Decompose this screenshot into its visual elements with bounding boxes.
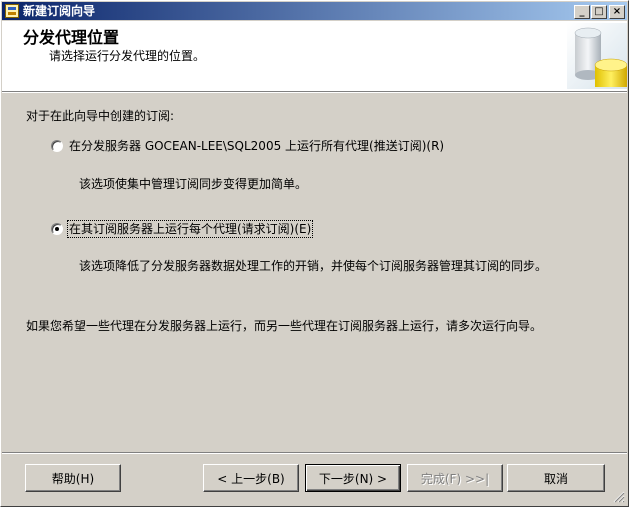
window-title: 新建订阅向导 bbox=[23, 4, 96, 18]
wizard-header: 分发代理位置 请选择运行分发代理的位置。 bbox=[2, 21, 627, 92]
radio-push[interactable] bbox=[51, 140, 63, 152]
database-cylinders-icon bbox=[567, 23, 627, 89]
option-pull-label[interactable]: 在其订阅服务器上运行每个代理(请求订阅)(E) bbox=[66, 220, 314, 238]
multi-run-note: 如果您希望一些代理在分发服务器上运行，而另一些代理在订阅服务器上运行，请多次运行… bbox=[26, 319, 543, 333]
option-push-description: 该选项使集中管理订阅同步变得更加简单。 bbox=[79, 177, 308, 191]
page-title: 分发代理位置 bbox=[23, 28, 120, 47]
title-bar[interactable]: 新建订阅向导 _ □ × bbox=[2, 2, 627, 20]
help-button[interactable]: 帮助(H) bbox=[25, 464, 121, 492]
resize-grip-icon[interactable] bbox=[613, 491, 625, 503]
maximize-button[interactable]: □ bbox=[591, 5, 607, 19]
back-button[interactable]: < 上一步(B) bbox=[203, 464, 299, 492]
cancel-button[interactable]: 取消 bbox=[507, 464, 605, 492]
wizard-window: 新建订阅向导 _ □ × 分发代理位置 请选择运行分发代理的位置。 对于在此向导… bbox=[0, 0, 629, 507]
footer-divider bbox=[2, 452, 627, 454]
prompt-label: 对于在此向导中创建的订阅: bbox=[26, 109, 175, 123]
radio-selected-dot bbox=[55, 227, 59, 231]
header-divider bbox=[2, 92, 627, 93]
page-subtitle: 请选择运行分发代理的位置。 bbox=[49, 49, 206, 63]
minimize-button[interactable]: _ bbox=[574, 5, 590, 19]
next-button[interactable]: 下一步(N) > bbox=[305, 464, 401, 492]
wizard-app-icon bbox=[5, 4, 19, 18]
finish-button[interactable]: 完成(F) >>| bbox=[407, 464, 503, 492]
option-push-label[interactable]: 在分发服务器 GOCEAN-LEE\SQL2005 上运行所有代理(推送订阅)(… bbox=[69, 139, 444, 153]
close-button[interactable]: × bbox=[609, 5, 625, 19]
option-pull-description: 该选项降低了分发服务器数据处理工作的开销，并使每个订阅服务器管理其订阅的同步。 bbox=[79, 259, 548, 273]
radio-pull[interactable] bbox=[51, 223, 63, 235]
